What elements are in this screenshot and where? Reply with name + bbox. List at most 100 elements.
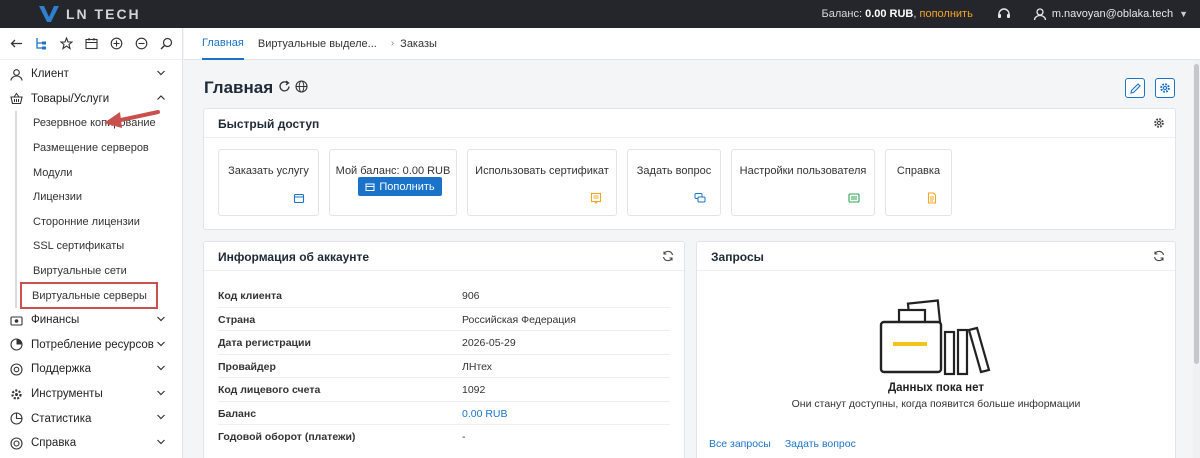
balance-info: Баланс: 0.00 RUB, пополнить (822, 8, 973, 20)
sidebar-item-label: Товары/Услуги (31, 92, 110, 105)
ask-question-link[interactable]: Задать вопрос (785, 438, 856, 450)
support-icon (10, 363, 23, 376)
sidebar-item-label: Потребление ресурсов (31, 338, 154, 351)
sidebar-item-support[interactable]: Поддержка (0, 357, 182, 382)
chevron-down-icon (157, 341, 165, 346)
sidebar-item-label: Инструменты (31, 388, 103, 401)
gear-icon[interactable] (1153, 117, 1165, 129)
user-icon (10, 68, 23, 81)
stats-icon (10, 412, 23, 425)
logo-mark-icon (39, 6, 59, 22)
sidebar-item-label: Справка (31, 437, 77, 450)
all-requests-link[interactable]: Все запросы (709, 438, 771, 450)
breadcrumb: Главная Виртуальные выделе... › Заказы (184, 28, 1200, 60)
dashboard-settings-button[interactable] (1155, 78, 1175, 98)
account-info-card: Информация об аккаунте Код клиента 906 С… (203, 241, 685, 458)
sidebar-subitem-licenses[interactable]: Лицензии (17, 185, 182, 210)
topup-button-label: Пополнить (379, 180, 435, 193)
tree-icon[interactable] (35, 37, 48, 50)
logo-text: LN TECH (66, 6, 141, 22)
row-value: 2026-05-29 (462, 337, 516, 349)
sidebar-subitem-virtual-servers[interactable]: Виртуальные серверы (20, 282, 158, 309)
tile-ask-question[interactable]: Задать вопрос (627, 149, 721, 216)
edit-dashboard-button[interactable] (1125, 78, 1145, 98)
tile-label: Настройки пользователя (739, 165, 867, 177)
tab-home[interactable]: Главная (202, 28, 244, 60)
tile-user-settings[interactable]: Настройки пользователя (731, 149, 875, 216)
refresh-icon[interactable] (278, 80, 291, 93)
sidebar-item-stats[interactable]: Статистика (0, 406, 182, 431)
sidebar-item-tools[interactable]: Инструменты (0, 382, 182, 407)
chevron-down-icon (157, 390, 165, 396)
scrollbar-thumb[interactable] (1194, 64, 1199, 364)
requests-card: Запросы Данных пока нет Они станут досту… (696, 241, 1176, 458)
row-key: Провайдер (218, 360, 276, 373)
tile-help[interactable]: Справка (885, 149, 952, 216)
empty-state-subtitle: Они станут доступны, когда появится боль… (791, 398, 1081, 410)
globe-icon[interactable] (295, 80, 308, 93)
sidebar: Клиент Товары/Услуги Резервное копирован… (0, 28, 183, 458)
balance-link[interactable]: 0.00 RUB (462, 408, 508, 420)
star-icon[interactable] (60, 37, 73, 50)
table-row: Дата регистрации 2026-05-29 (218, 331, 670, 355)
user-menu[interactable]: m.navoyan@oblaka.tech ▼ (1033, 7, 1188, 21)
row-value: - (462, 431, 466, 443)
scrollbar[interactable] (1193, 60, 1200, 458)
wallet-icon (365, 183, 375, 191)
tab-orders[interactable]: Заказы (400, 28, 437, 60)
chevron-down-icon (157, 70, 165, 76)
calendar-icon[interactable] (85, 37, 98, 50)
sidebar-item-client[interactable]: Клиент (0, 62, 182, 87)
sidebar-subitem-modules[interactable]: Модули (17, 160, 182, 185)
chevron-up-icon (157, 94, 165, 100)
page-title: Главная (204, 78, 274, 97)
empty-folder-icon (879, 299, 991, 376)
sidebar-subitem-ssl-certificates[interactable]: SSL сертификаты (17, 234, 182, 259)
table-row: Код клиента 906 (218, 284, 670, 308)
sidebar-item-help[interactable]: Справка (0, 431, 182, 456)
row-key: Страна (218, 313, 256, 326)
chevron-right-icon: › (390, 38, 395, 49)
tile-use-certificate[interactable]: Использовать сертификат (467, 149, 617, 216)
sidebar-item-finance[interactable]: Финансы (0, 308, 182, 333)
logo[interactable]: LN TECH (38, 0, 141, 28)
certificate-icon (590, 192, 602, 204)
sidebar-item-resources[interactable]: Потребление ресурсов (0, 333, 182, 358)
tile-order-service[interactable]: Заказать услугу (218, 149, 319, 216)
table-row: Провайдер ЛНтех (218, 355, 670, 378)
row-key: Годовой оборот (платежи) (218, 431, 356, 443)
sidebar-subitem-virtual-networks[interactable]: Виртуальные сети (17, 259, 182, 284)
topup-button[interactable]: Пополнить (358, 177, 442, 196)
topup-link[interactable]: пополнить (920, 8, 973, 20)
back-icon[interactable] (10, 37, 23, 50)
search-icon[interactable] (160, 37, 173, 50)
sidebar-subitem-server-hosting[interactable]: Размещение серверов (17, 136, 182, 161)
box-icon (293, 193, 305, 204)
chat-icon (694, 193, 706, 203)
tab-virtual-dedicated[interactable]: Виртуальные выделе... (258, 28, 377, 60)
tile-label: Справка (896, 165, 941, 177)
settings-card-icon (848, 193, 860, 203)
gear-icon (1160, 83, 1170, 93)
quick-access-card: Быстрый доступ Заказать услугу Мой балан… (203, 108, 1176, 230)
row-value: Российская Федерация (462, 313, 576, 326)
row-key: Код лицевого счета (218, 384, 321, 396)
document-icon (927, 192, 937, 204)
account-info-title: Информация об аккаунте (218, 250, 370, 264)
basket-icon (10, 93, 23, 105)
sidebar-subitem-third-party-licenses[interactable]: Сторонние лицензии (17, 210, 182, 235)
sidebar-submenu-products: Резервное копирование Размещение серверо… (15, 111, 182, 309)
empty-state-title: Данных пока нет (887, 382, 985, 394)
help-icon (10, 437, 23, 450)
zoom-in-icon[interactable] (110, 37, 123, 50)
refresh-icon[interactable] (1153, 250, 1165, 262)
card-divider (204, 270, 684, 271)
sidebar-item-label: Финансы (31, 314, 80, 327)
sidebar-item-label: Клиент (31, 68, 69, 81)
refresh-icon[interactable] (662, 250, 674, 262)
sidebar-item-label: Поддержка (31, 363, 91, 376)
zoom-out-icon[interactable] (135, 37, 148, 50)
row-value: ЛНтех (462, 360, 493, 373)
headset-icon[interactable] (997, 7, 1011, 21)
chevron-down-icon: ▼ (1179, 9, 1188, 19)
